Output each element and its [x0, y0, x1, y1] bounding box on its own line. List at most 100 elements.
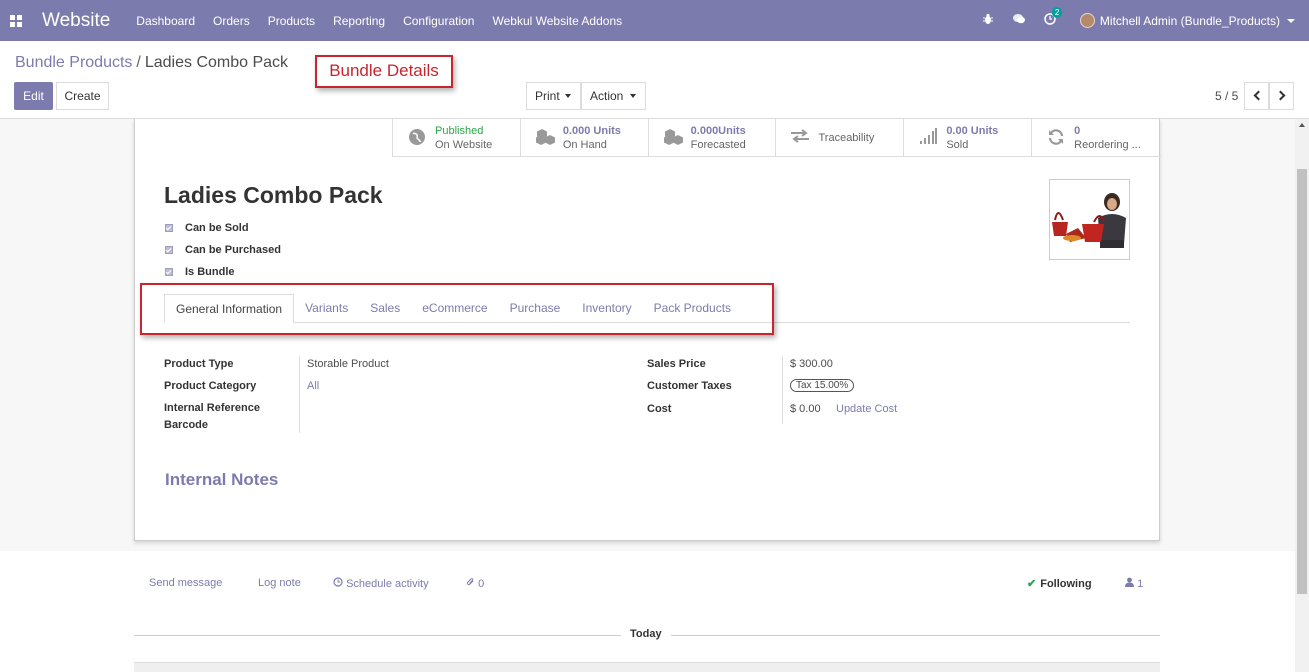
cubes-icon: [535, 128, 555, 148]
menu-orders[interactable]: Orders: [213, 14, 250, 28]
menu-products[interactable]: Products: [268, 14, 315, 28]
pager-previous-button[interactable]: [1244, 82, 1269, 110]
checkbox-checked-icon: [165, 246, 173, 254]
scroll-up-arrow-icon[interactable]: [1299, 123, 1305, 127]
following-button[interactable]: ✔ Following: [1027, 577, 1092, 590]
apps-menu-icon[interactable]: [10, 14, 22, 27]
attachments-count: 0: [478, 578, 485, 590]
tax-tag: Tax 15.00%: [790, 379, 855, 392]
breadcrumb: Bundle Products / Ladies Combo Pack: [15, 54, 288, 72]
user-icon: [1125, 577, 1134, 587]
breadcrumb-bundle-products[interactable]: Bundle Products: [15, 54, 132, 71]
schedule-activity-button[interactable]: Schedule activity: [333, 577, 429, 590]
can-be-purchased-checkbox[interactable]: Can be Purchased: [165, 244, 281, 256]
smart-button-website[interactable]: Published On Website: [393, 119, 521, 157]
today-label: Today: [621, 628, 671, 640]
message-item: [134, 662, 1160, 672]
menu-dashboard[interactable]: Dashboard: [136, 14, 195, 28]
user-avatar[interactable]: [1079, 13, 1095, 28]
activity-clock-icon[interactable]: 2: [1044, 7, 1063, 28]
attachments-button[interactable]: 0: [466, 577, 484, 590]
product-name: Ladies Combo Pack: [164, 182, 383, 208]
scroll-thumb[interactable]: [1297, 169, 1307, 594]
chevron-down-icon[interactable]: [1287, 18, 1295, 23]
forecasted-value: 0.000Units: [690, 125, 746, 137]
breadcrumb-current: Ladies Combo Pack: [144, 54, 289, 71]
bundle-details-annotation: Bundle Details: [315, 55, 453, 88]
send-message-button[interactable]: Send message: [149, 577, 222, 589]
published-status: Published: [435, 125, 484, 137]
sold-value: 0.00 Units: [946, 125, 999, 137]
following-label: Following: [1040, 578, 1092, 590]
customer-taxes-label: Customer Taxes: [647, 380, 732, 392]
pager-value[interactable]: 5 / 5: [1215, 89, 1238, 103]
refresh-icon: [1046, 128, 1066, 148]
internal-notes-heading: Internal Notes: [165, 470, 279, 489]
log-note-button[interactable]: Log note: [258, 577, 301, 589]
smart-button-label: Sold: [946, 139, 969, 151]
smart-buttons: Published On Website 0.000 Units On Hand 0…: [392, 119, 1161, 157]
menu-webkul-addons[interactable]: Webkul Website Addons: [492, 14, 622, 28]
sales-price-value: $ 300.00: [790, 358, 833, 370]
checkbox-checked-icon: [165, 268, 173, 276]
cost-value: $ 0.00: [790, 403, 821, 415]
checkbox-label: Can be Sold: [185, 222, 249, 234]
field-divider: [299, 356, 300, 433]
globe-icon: [407, 128, 427, 148]
smart-button-sold[interactable]: 0.00 Units Sold: [904, 119, 1033, 157]
reordering-count: 0: [1074, 125, 1081, 137]
breadcrumb-separator: /: [136, 54, 141, 71]
signal-icon: [918, 128, 938, 148]
field-divider: [782, 356, 783, 424]
checkbox-label: Can be Purchased: [185, 244, 281, 256]
product-type-label: Product Type: [164, 358, 234, 370]
product-type-value: Storable Product: [307, 358, 389, 370]
caret-down-icon: [565, 94, 571, 98]
menu-configuration[interactable]: Configuration: [403, 14, 474, 28]
product-category-link[interactable]: All: [307, 380, 319, 392]
print-label: Print: [535, 89, 560, 103]
print-dropdown[interactable]: Print: [526, 82, 581, 110]
edit-button[interactable]: Edit: [14, 82, 53, 110]
customer-taxes-value: Tax 15.00%: [790, 379, 855, 392]
top-navbar: Website Dashboard Orders Products Report…: [0, 0, 1309, 41]
action-dropdown[interactable]: Action: [581, 82, 646, 110]
app-brand[interactable]: Website: [42, 10, 110, 32]
cubes-icon: [663, 128, 683, 148]
product-image[interactable]: [1049, 179, 1130, 260]
paperclip-icon: [466, 578, 474, 586]
bug-icon[interactable]: [982, 13, 994, 28]
menu-reporting[interactable]: Reporting: [333, 14, 385, 28]
chat-icon[interactable]: [1012, 13, 1026, 28]
control-panel: Bundle Products / Ladies Combo Pack Bundle…: [0, 41, 1309, 119]
check-icon: ✔: [1027, 578, 1037, 590]
smart-button-label: On Website: [435, 139, 493, 151]
smart-button-label: Reordering ...: [1074, 139, 1141, 151]
scrollbar[interactable]: [1295, 119, 1309, 672]
product-category-label: Product Category: [164, 380, 257, 392]
exchange-icon: [790, 128, 810, 148]
chevron-right-icon: [1275, 90, 1286, 101]
checkbox-label: Is Bundle: [185, 266, 235, 278]
followers-count: 1: [1137, 578, 1144, 590]
can-be-sold-checkbox[interactable]: Can be Sold: [165, 222, 249, 234]
barcode-label: Barcode: [164, 419, 209, 431]
is-bundle-checkbox[interactable]: Is Bundle: [165, 266, 235, 278]
smart-button-on-hand[interactable]: 0.000 Units On Hand: [521, 119, 649, 157]
smart-button-forecasted[interactable]: 0.000Units Forecasted: [649, 119, 777, 157]
traceability-label: Traceability: [818, 132, 875, 144]
smart-button-reordering[interactable]: 0 Reordering ...: [1032, 119, 1161, 157]
smart-button-label: Forecasted: [690, 139, 746, 151]
pager-next-button[interactable]: [1269, 82, 1294, 110]
on-hand-value: 0.000 Units: [562, 125, 621, 137]
create-button[interactable]: Create: [56, 82, 109, 110]
followers-button[interactable]: 1: [1125, 577, 1143, 590]
form-content: Published On Website 0.000 Units On Hand 0…: [0, 119, 1309, 672]
caret-down-icon: [630, 94, 636, 98]
checkbox-checked-icon: [165, 224, 173, 232]
user-menu[interactable]: Mitchell Admin (Bundle_Products): [1100, 14, 1280, 28]
tabs-annotation-box: [140, 283, 774, 335]
smart-button-traceability[interactable]: Traceability: [776, 119, 905, 157]
activity-count-badge: 2: [1051, 7, 1063, 18]
update-cost-button[interactable]: Update Cost: [836, 403, 897, 415]
